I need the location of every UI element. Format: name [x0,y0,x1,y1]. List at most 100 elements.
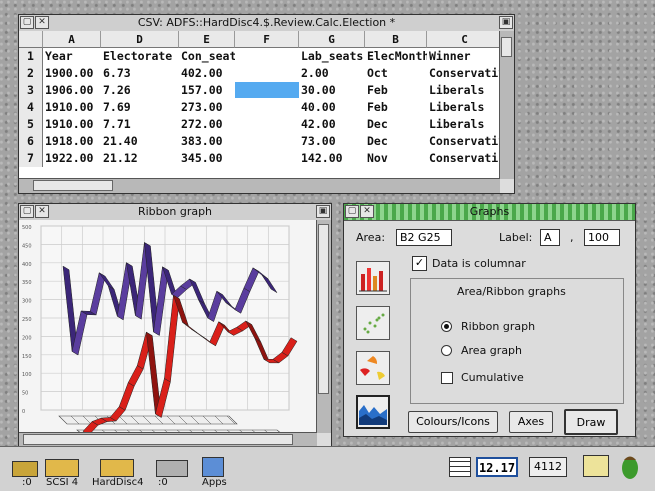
table-cell[interactable]: 40.00 [299,99,365,116]
cumulative-checkbox[interactable] [441,372,453,384]
area-radio[interactable] [441,345,452,356]
label-count-field[interactable]: 100 [584,229,620,246]
apps-icon[interactable] [202,457,224,477]
table-cell[interactable]: Oct [365,65,427,82]
axes-button[interactable]: Axes [509,411,553,433]
table-cell[interactable]: 1910.00 [43,116,101,133]
back-icon[interactable]: ▢ [345,205,359,218]
graphs-titlebar[interactable]: Graphs [344,204,635,221]
table-cell[interactable]: Dec [365,133,427,150]
table-cell[interactable]: 42.00 [299,116,365,133]
spreadsheet-titlebar[interactable]: CSV: ADFS::HardDisc4.$.Review.Calc.Elect… [19,15,514,32]
close-icon[interactable]: ✕ [35,205,49,218]
vertical-scroll-thumb[interactable] [318,224,329,394]
table-cell[interactable]: 1918.00 [43,133,101,150]
table-cell[interactable]: ElecMonth [365,48,427,65]
table-cell[interactable]: 273.00 [179,99,235,116]
harddisc-icon[interactable] [100,459,134,477]
table-cell[interactable]: 7.71 [101,116,179,133]
table-cell[interactable]: 272.00 [179,116,235,133]
display-monitor-icon[interactable] [583,455,609,477]
close-icon[interactable]: ✕ [360,205,374,218]
table-cell[interactable]: 21.12 [101,150,179,167]
column-header[interactable]: F [235,31,299,48]
area-chart-icon[interactable] [356,395,390,429]
horizontal-scrollbar[interactable] [19,432,317,447]
selected-cell[interactable] [235,82,299,98]
table-cell[interactable]: Liberals [427,116,500,133]
table-cell[interactable] [235,116,299,133]
spreadsheet-grid[interactable]: ADEFGBC 1YearElectorateCon_seats Lab_seats… [19,31,500,179]
vertical-scrollbar[interactable] [316,220,331,433]
floppy-drive-icon[interactable] [12,461,38,477]
row-header[interactable]: 3 [19,82,43,99]
table-cell[interactable]: Electorate [101,48,179,65]
back-icon[interactable]: ▢ [20,16,34,29]
ribbon-radio[interactable] [441,321,452,332]
table-cell[interactable]: 73.00 [299,133,365,150]
table-cell[interactable]: 402.00 [179,65,235,82]
table-cell[interactable] [235,99,299,116]
horizontal-scrollbar[interactable] [19,178,500,193]
clock-display[interactable]: 12.17 [476,457,518,477]
close-icon[interactable]: ✕ [35,16,49,29]
table-cell[interactable]: 30.00 [299,82,365,99]
ram-disc-icon[interactable] [156,460,188,477]
area-field[interactable]: B2 G25 [396,229,452,246]
horizontal-scroll-thumb[interactable] [23,434,293,445]
table-cell[interactable]: 1906.00 [43,82,101,99]
row-header[interactable]: 1 [19,48,43,65]
table-cell[interactable]: Feb [365,99,427,116]
table-cell[interactable]: Nov [365,150,427,167]
columnar-checkbox[interactable]: ✓ [412,256,427,271]
table-cell[interactable]: 1900.00 [43,65,101,82]
draw-button[interactable]: Draw [564,409,618,435]
row-header[interactable]: 2 [19,65,43,82]
table-cell[interactable]: Lab_seats [299,48,365,65]
table-cell[interactable]: 1910.00 [43,99,101,116]
memory-display[interactable]: 4112 [529,457,567,477]
table-cell[interactable]: 157.00 [179,82,235,99]
table-cell[interactable]: Conservativ [427,65,500,82]
table-cell[interactable] [235,65,299,82]
table-cell[interactable]: 383.00 [179,133,235,150]
table-cell[interactable]: 6.73 [101,65,179,82]
scsi-drive-icon[interactable] [45,459,79,477]
acorn-task-manager-icon[interactable] [620,451,640,481]
table-cell[interactable]: Con_seats [179,48,235,65]
table-cell[interactable]: 345.00 [179,150,235,167]
table-cell[interactable] [235,133,299,150]
table-cell[interactable]: Dec [365,116,427,133]
horizontal-scroll-thumb[interactable] [33,180,113,191]
table-cell[interactable]: 1922.00 [43,150,101,167]
table-cell[interactable]: 7.69 [101,99,179,116]
back-icon[interactable]: ▢ [20,205,34,218]
column-header[interactable]: B [365,31,427,48]
scatter-chart-icon[interactable] [356,306,390,340]
table-cell[interactable]: Winner [427,48,500,65]
ribbon-graph-titlebar[interactable]: Ribbon graph [19,204,331,221]
vertical-scroll-thumb[interactable] [501,37,512,57]
toggle-size-icon[interactable]: ▣ [499,16,513,29]
column-header[interactable]: G [299,31,365,48]
spreadsheet-app-icon[interactable] [449,457,471,477]
label-field[interactable]: A [540,229,560,246]
table-cell[interactable]: 2.00 [299,65,365,82]
table-cell[interactable] [235,48,299,65]
table-cell[interactable]: Year [43,48,101,65]
row-header[interactable]: 7 [19,150,43,167]
vertical-scrollbar[interactable] [499,31,514,179]
row-header[interactable]: 5 [19,116,43,133]
pie-chart-icon[interactable] [356,351,390,385]
column-header[interactable]: A [43,31,101,48]
table-cell[interactable]: Conservativ [427,133,500,150]
table-cell[interactable]: 21.40 [101,133,179,150]
column-header[interactable]: D [101,31,179,48]
row-header[interactable]: 4 [19,99,43,116]
table-cell[interactable]: Liberals [427,99,500,116]
colours-icons-button[interactable]: Colours/Icons [408,411,498,433]
table-cell[interactable] [235,150,299,167]
toggle-size-icon[interactable]: ▣ [316,205,330,218]
table-cell[interactable]: Feb [365,82,427,99]
table-cell[interactable]: Conservati [427,150,500,167]
